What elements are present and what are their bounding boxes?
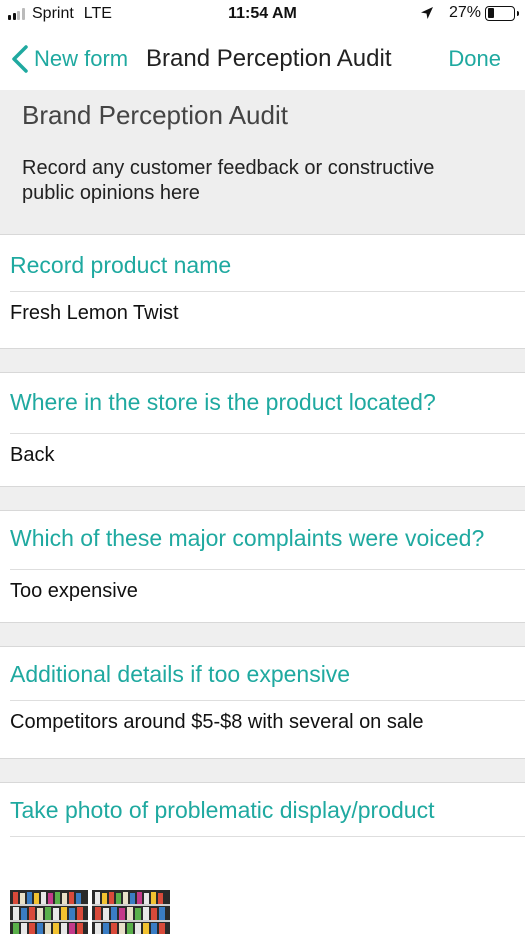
question-label: Additional details if too expensive [10, 661, 351, 687]
section-spacer [0, 622, 525, 646]
status-bar: Sprint LTE 11:54 AM 27% [0, 0, 525, 30]
question-label: Where in the store is the product locate… [10, 389, 436, 415]
question-label: Record product name [10, 252, 232, 278]
answer-field-additional-details[interactable]: Competitors around $5-$8 with several on… [10, 711, 424, 734]
back-button[interactable]: New form [10, 42, 128, 76]
answer-field-complaints[interactable]: Too expensive [10, 580, 138, 603]
battery-percent: 27% [448, 4, 481, 21]
photo-area [0, 837, 525, 934]
done-button[interactable]: Done [448, 46, 501, 72]
question-label: Which of these major complaints were voi… [10, 525, 485, 551]
form-description: Record any customer feedback or construc… [22, 157, 435, 204]
battery-icon [485, 5, 519, 21]
question-label: Take photo of problematic display/produc… [10, 797, 435, 823]
photo-thumbnail[interactable] [10, 890, 170, 934]
question-photo: Take photo of problematic display/produc… [0, 782, 525, 837]
section-spacer [0, 758, 525, 782]
battery-level [487, 8, 495, 18]
status-right: 27% [419, 4, 519, 22]
navigation-bar: New form Brand Perception Audit Done [0, 30, 525, 90]
nav-title: Brand Perception Audit [146, 45, 392, 72]
question-product-name: Record product name Fresh Lemon Twist [0, 234, 525, 348]
section-spacer [0, 486, 525, 510]
form-title: Brand Perception Audit [22, 100, 288, 130]
chevron-left-icon [12, 45, 28, 73]
answer-field-product-name[interactable]: Fresh Lemon Twist [10, 302, 179, 325]
question-additional-details: Additional details if too expensive Comp… [0, 646, 525, 758]
answer-field-store-location[interactable]: Back [10, 444, 54, 467]
question-complaints: Which of these major complaints were voi… [0, 510, 525, 622]
section-spacer [0, 348, 525, 372]
location-arrow-icon [420, 7, 433, 19]
back-button-label: New form [34, 46, 129, 71]
question-store-location: Where in the store is the product locate… [0, 372, 525, 486]
form-header: Brand Perception Audit Record any custom… [0, 90, 525, 234]
